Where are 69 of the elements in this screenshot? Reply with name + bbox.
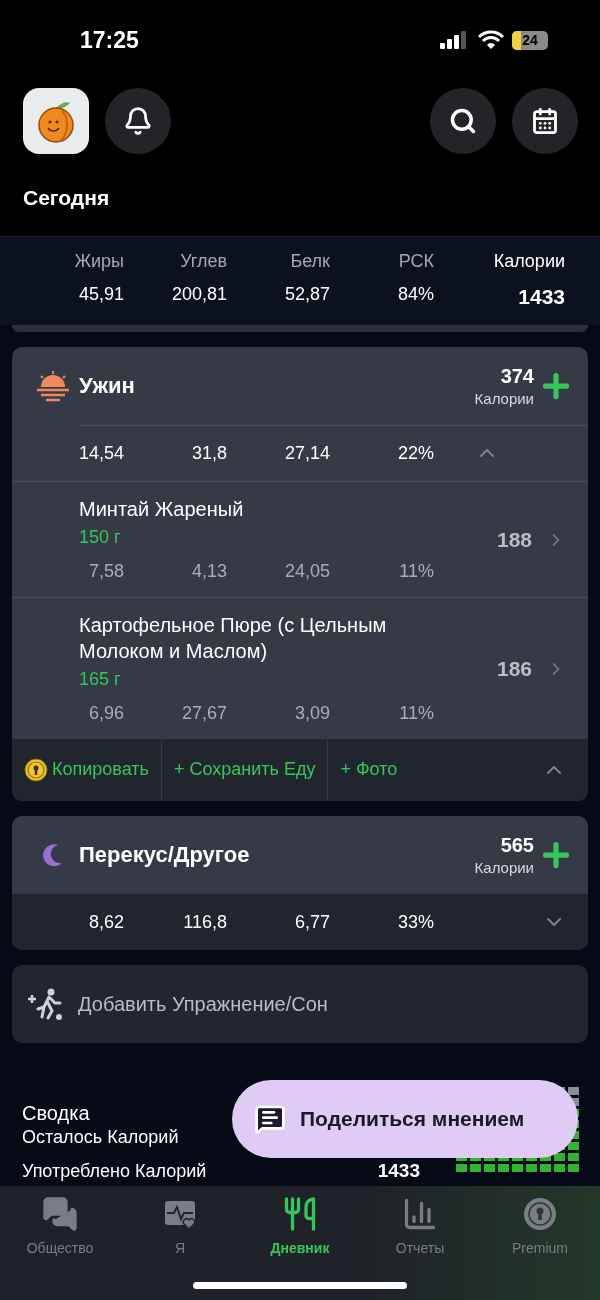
food-calories: 186 [496,656,532,683]
add-exercise-button[interactable]: Добавить Упражнение/Сон [12,964,588,1043]
search-icon [449,107,477,135]
totals-label: Белк [289,250,330,274]
macro-value: 11% [398,559,434,583]
totals-label: Жиры [73,250,124,274]
totals-value: 1433 [517,284,566,311]
totals-value: 52,87 [283,283,330,307]
summary-value: 1433 [377,1158,420,1183]
bell-icon [123,106,153,136]
food-name: Картофельное Пюре (с Цельным Молоком и Маслом) [79,612,388,664]
app-logo[interactable] [23,88,89,154]
tab-button[interactable]: Общество [0,1196,120,1259]
battery-indicator: 24 [512,30,548,50]
macro-value: 27,14 [283,441,330,465]
sunset-icon [35,368,71,403]
meal-calories: 565 [500,832,534,858]
meal-title: Ужин [79,372,135,400]
food-name: Минтай Жареный [79,496,245,522]
summary-title: Сводка [22,1100,90,1125]
macro-value: 7,58 [87,559,124,583]
status-time: 17:25 [80,25,139,55]
food-row[interactable]: Картофельное Пюре (с Цельным Молоком и Маслом) 165 г 6,96 27,67 3,09 11% 186 [12,596,588,739]
totals-value: 84% [396,283,434,307]
meal-action-button[interactable]: + Фото [328,756,410,783]
macro-value: 3,09 [293,701,330,725]
calendar-icon [531,107,559,135]
tab-button[interactable]: Дневник [240,1196,360,1259]
calories-label: Калории [474,388,534,409]
feedback-button[interactable]: Поделиться мнением [232,1079,578,1158]
meal-action-button[interactable]: Копировать [12,756,161,783]
bar-chart-icon [402,1196,438,1232]
meal-calories: 374 [500,363,534,389]
totals-value: 200,81 [170,283,227,307]
totals-value: 45,91 [77,283,124,307]
chat-icon [42,1196,78,1232]
summary-label: Осталось Калорий [22,1125,179,1149]
utensils-icon [282,1196,318,1232]
moon-icon [42,842,64,867]
macro-value: 14,54 [77,441,124,465]
meal-action-button[interactable]: + Сохранить Еду [161,756,328,783]
macro-value: 31,8 [190,441,227,465]
date-title: Сегодня [23,186,110,209]
macro-value: 22% [396,441,434,465]
calories-label: Калории [474,857,534,878]
macro-value: 33% [396,910,434,934]
summary-label: Употреблено Калорий [22,1159,207,1183]
macro-value: 4,13 [190,559,227,583]
food-amount: 150 г [79,525,122,549]
macro-value: 24,05 [283,559,330,583]
macro-value: 6,96 [87,701,124,725]
totals-label: РСК [397,250,434,274]
totals-label: Углев [179,250,227,274]
food-row[interactable]: Минтай Жареный 150 г 7,58 4,13 24,05 11% 188 [12,480,588,597]
tab-button[interactable]: Я [120,1196,240,1259]
macro-value: 27,67 [180,701,227,725]
macro-value: 11% [398,701,434,725]
tab-button[interactable]: Отчеты [360,1196,480,1259]
wifi-icon [478,30,504,50]
lock-badge-icon [24,757,48,782]
food-calories: 188 [496,527,532,554]
meal-title: Перекус/Другое [79,841,250,869]
totals-label: Калории [492,250,566,274]
signal-icon [440,31,468,49]
macro-value: 8,62 [87,910,124,934]
macro-value: 6,77 [293,910,330,934]
macro-value: 116,8 [182,910,227,934]
keyhole-medal-icon [522,1196,558,1232]
food-amount: 165 г [79,667,122,691]
